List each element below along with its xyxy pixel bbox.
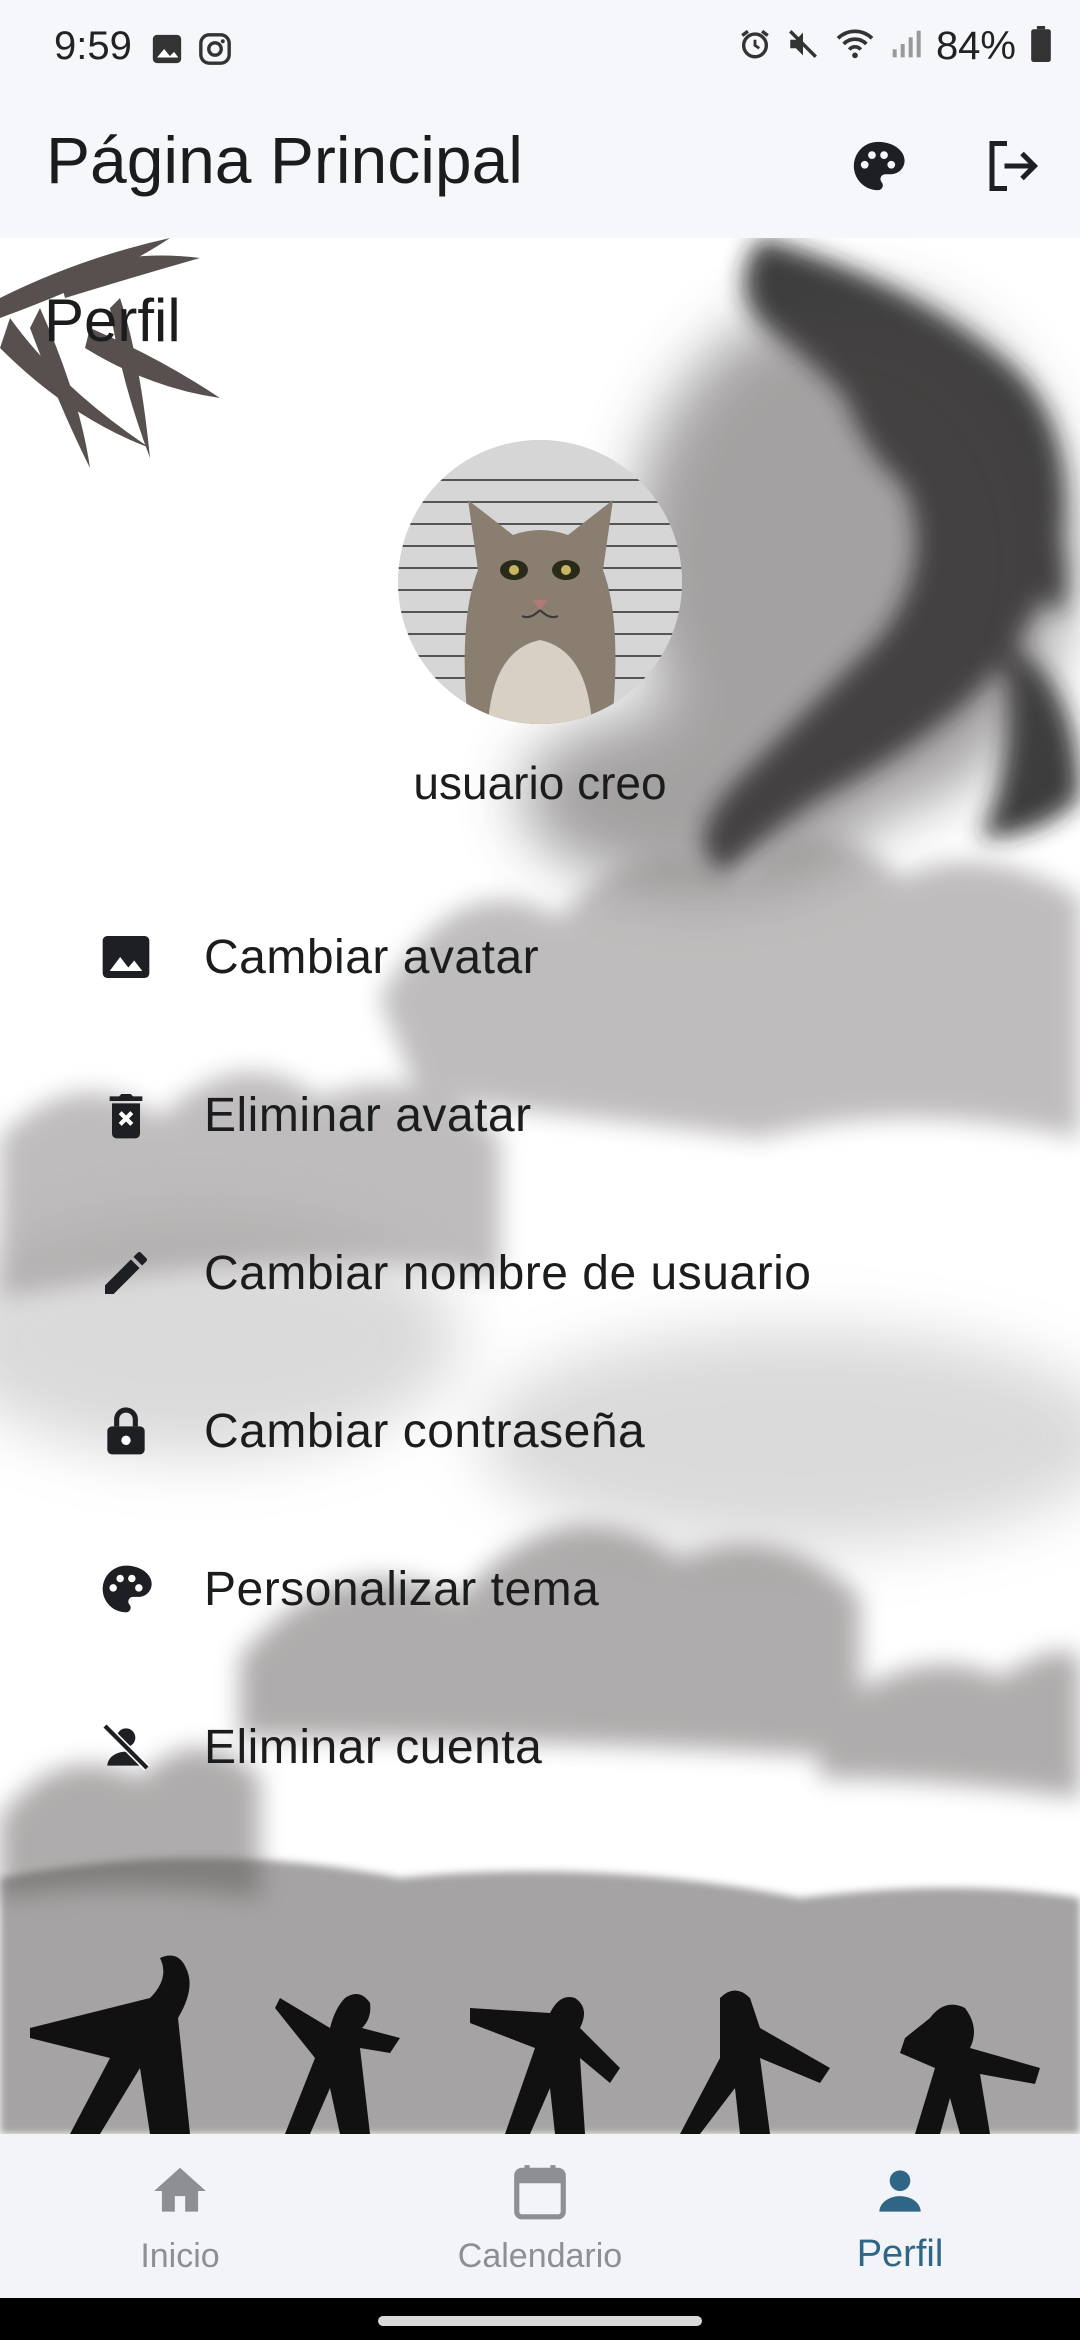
nav-label-perfil: Perfil [856,2233,944,2275]
delete-icon [94,1083,158,1147]
avatar [398,440,682,724]
cat-avatar-image [398,440,682,724]
mute-icon [786,27,820,66]
change-username-label: Cambiar nombre de usuario [204,1246,812,1300]
profile-content: Perfil usuario creo Cambiar avatar Elimi… [0,238,1080,2134]
person-off-icon [94,1715,158,1779]
image-icon [94,925,158,989]
battery-percent: 84% [935,24,1016,68]
home-icon [149,2160,211,2227]
status-time: 9:59 [54,24,132,68]
nav-label-calendario: Calendario [457,2237,623,2275]
image-icon [150,32,184,71]
gesture-bar [0,2298,1080,2340]
delete-account-item[interactable]: Eliminar cuenta [0,1668,1080,1826]
logout-icon [982,136,1042,201]
nav-label-inicio: Inicio [140,2237,220,2275]
wifi-icon [834,27,876,66]
profile-menu: Cambiar avatar Eliminar avatar Cambiar n… [0,878,1080,1826]
logout-button[interactable] [972,128,1052,208]
calendar-icon [509,2160,571,2227]
page-title: Página Principal [46,123,523,197]
username: usuario creo [413,757,667,809]
edit-icon [94,1241,158,1305]
customize-theme-label: Personalizar tema [204,1562,600,1616]
home-gesture-handle[interactable] [378,2316,702,2326]
change-avatar-label: Cambiar avatar [204,930,540,984]
nav-item-inicio[interactable]: Inicio [0,2134,360,2298]
app-bar: Página Principal [0,100,1080,238]
delete-avatar-item[interactable]: Eliminar avatar [0,1036,1080,1194]
change-username-item[interactable]: Cambiar nombre de usuario [0,1194,1080,1352]
change-password-item[interactable]: Cambiar contraseña [0,1352,1080,1510]
theme-button[interactable] [838,128,918,208]
instagram-icon [198,32,232,71]
palette-icon [94,1557,158,1621]
bottom-navigation: Inicio Calendario Perfil [0,2134,1080,2298]
customize-theme-item[interactable]: Personalizar tema [0,1510,1080,1668]
status-bar: 9:59 84% [0,0,1080,100]
change-password-label: Cambiar contraseña [204,1404,646,1458]
person-icon [869,2160,931,2227]
palette-icon [849,137,907,200]
lock-icon [94,1399,158,1463]
section-title: Perfil [44,287,181,354]
alarm-icon [738,27,772,66]
delete-avatar-label: Eliminar avatar [204,1088,532,1142]
change-avatar-item[interactable]: Cambiar avatar [0,878,1080,1036]
battery-icon [1030,26,1052,67]
nav-item-calendario[interactable]: Calendario [360,2134,720,2298]
signal-icon [890,27,922,66]
delete-account-label: Eliminar cuenta [204,1720,543,1774]
nav-item-perfil[interactable]: Perfil [720,2134,1080,2298]
